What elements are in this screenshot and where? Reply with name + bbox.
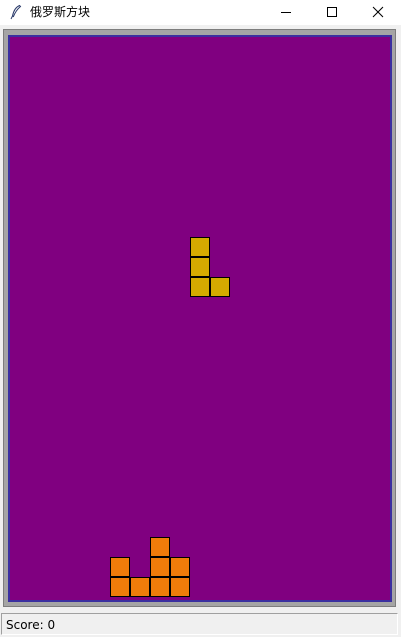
feather-icon bbox=[10, 4, 22, 20]
settled-block bbox=[110, 577, 130, 597]
maximize-button[interactable] bbox=[309, 0, 355, 25]
board-frame bbox=[3, 29, 396, 607]
score-label: Score: 0 bbox=[6, 618, 56, 632]
maximize-icon bbox=[327, 7, 337, 17]
falling-piece-block bbox=[210, 277, 230, 297]
settled-block bbox=[170, 577, 190, 597]
minimize-button[interactable] bbox=[263, 0, 309, 25]
falling-piece-block bbox=[190, 277, 210, 297]
close-icon bbox=[372, 6, 384, 18]
title-bar: 俄罗斯方块 bbox=[0, 0, 401, 25]
settled-block bbox=[110, 557, 130, 577]
settled-block bbox=[150, 537, 170, 557]
status-bar: Score: 0 bbox=[1, 613, 398, 635]
settled-block bbox=[130, 577, 150, 597]
minimize-icon bbox=[281, 12, 291, 13]
falling-piece-block bbox=[190, 237, 210, 257]
window-title: 俄罗斯方块 bbox=[30, 5, 91, 19]
settled-block bbox=[150, 557, 170, 577]
falling-piece-block bbox=[190, 257, 210, 277]
close-button[interactable] bbox=[355, 0, 401, 25]
app-window: 俄罗斯方块 Score: 0 bbox=[0, 0, 401, 637]
settled-block bbox=[170, 557, 190, 577]
settled-block bbox=[150, 577, 170, 597]
game-board[interactable] bbox=[8, 35, 392, 602]
